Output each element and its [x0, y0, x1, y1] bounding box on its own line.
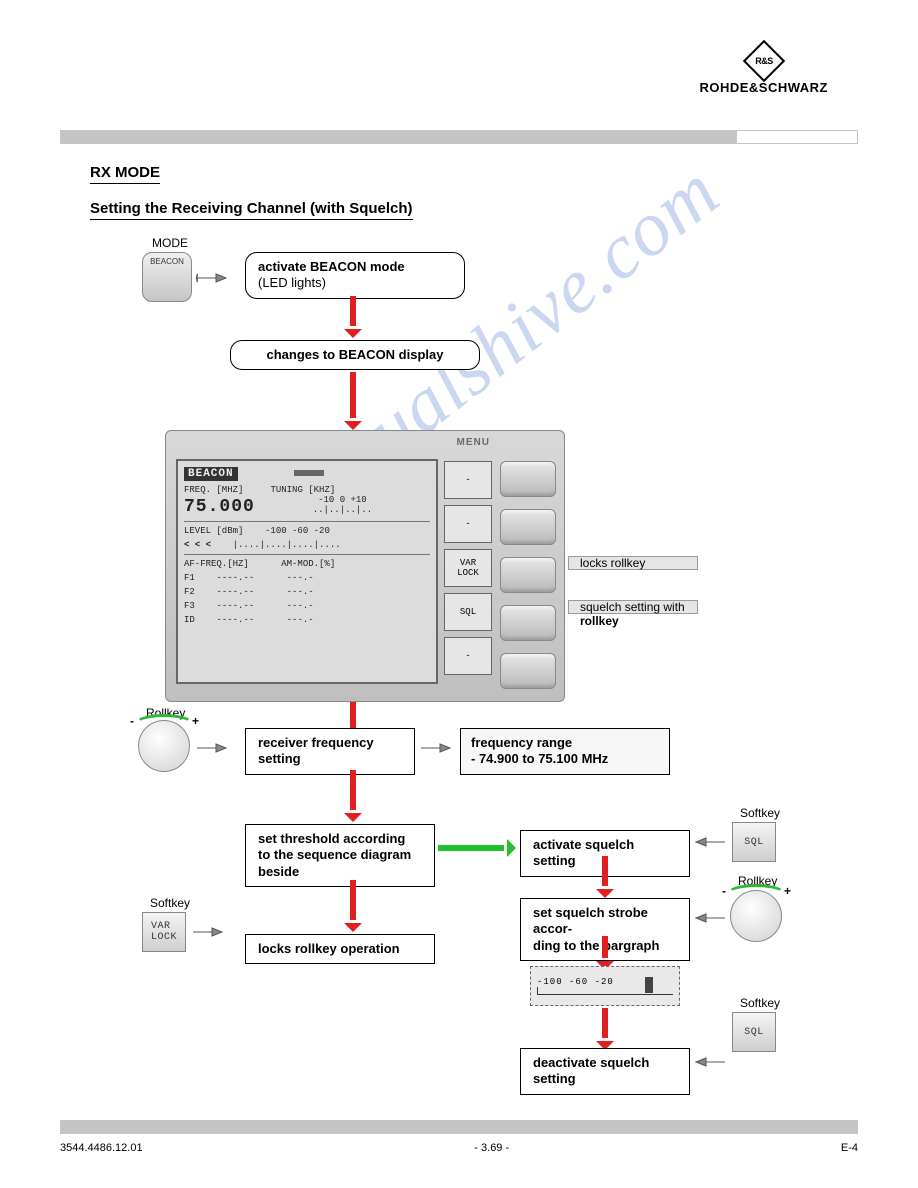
- step4-l1: set threshold according: [258, 831, 405, 846]
- section-title-1: RX MODE: [90, 164, 160, 184]
- beacon-hardkey[interactable]: BEACON: [142, 252, 192, 302]
- annot-locks-rollkey: locks rollkey: [580, 556, 645, 570]
- beacon-hardkey-label: BEACON: [150, 257, 184, 266]
- step-changes-display: changes to BEACON display: [230, 340, 480, 370]
- footer-right: E-4: [841, 1142, 858, 1154]
- lcd-row-f2: F2 ----.-- ---.-: [184, 587, 430, 597]
- brand-logo: ROHDE&SCHWARZ: [699, 40, 828, 95]
- lcd-tuning-ticks: -10 0 +10: [318, 495, 367, 505]
- arrow-down-icon: [350, 372, 356, 418]
- arrow-right-icon: [438, 845, 504, 851]
- hardkey-3[interactable]: [500, 557, 556, 593]
- lcd-af-label: AF-FREQ.[HZ]: [184, 559, 249, 569]
- arrow-down-icon: [602, 1008, 608, 1038]
- arrow-down-icon: [350, 880, 356, 920]
- lcd-am-label: AM-MOD.[%]: [281, 559, 335, 569]
- sq3-l2: setting: [533, 1071, 576, 1086]
- arrow-down-icon: [350, 296, 356, 326]
- lcd-softkey-varlock[interactable]: VAR LOCK: [444, 549, 492, 587]
- pointing-hand-icon: [420, 736, 452, 760]
- tuning-scale-icon: ..|..|..|..: [313, 505, 372, 515]
- hardkey-2[interactable]: [500, 509, 556, 545]
- lcd-softkey-1[interactable]: -: [444, 461, 492, 499]
- lcd-screen: BEACON FREQ. [MHZ] TUNING [KHZ] 75.000 -…: [176, 459, 438, 684]
- lcd-row-f1: F1 ----.-- ---.-: [184, 573, 430, 583]
- lcd-freq-value: 75.000: [184, 497, 255, 517]
- step-deactivate-squelch: deactivate squelch setting: [520, 1048, 690, 1095]
- annot-squelch-setting: squelch setting with rollkey: [580, 600, 685, 628]
- lcd-level-label: LEVEL [dBm]: [184, 526, 243, 536]
- arrow-down-icon: [602, 856, 608, 886]
- header-divider: [60, 130, 858, 144]
- lcd-level-ticks: -100 -60 -20: [265, 526, 330, 536]
- rohde-schwarz-icon: [743, 40, 785, 82]
- softkey-sql-bottom[interactable]: SQL: [732, 1012, 776, 1052]
- softkey-sql-top[interactable]: SQL: [732, 822, 776, 862]
- bargraph-thumbnail: -100 -60 -20: [530, 966, 680, 1006]
- page-header: ROHDE&SCHWARZ: [60, 40, 858, 120]
- step3-l1: receiver frequency: [258, 735, 374, 750]
- step-activate-beacon: activate BEACON mode (LED lights): [245, 252, 465, 299]
- step-receiver-frequency: receiver frequency setting: [245, 728, 415, 775]
- lcd-title: BEACON: [184, 467, 238, 481]
- section-title-2: Setting the Receiving Channel (with Sque…: [90, 200, 413, 220]
- footer-divider: [60, 1120, 858, 1134]
- level-scale-icon: |....|....|....|....: [233, 540, 341, 550]
- freq-range-label: frequency range: [471, 735, 572, 750]
- frequency-range-box: frequency range - 74.900 to 75.100 MHz: [460, 728, 670, 775]
- step-locks-rollkey: locks rollkey operation: [245, 934, 435, 964]
- footer-left: 3544.4486.12.01: [60, 1142, 143, 1154]
- step1-bold: activate BEACON mode: [258, 259, 405, 274]
- hardkey-1[interactable]: [500, 461, 556, 497]
- step-set-threshold: set threshold according to the sequence …: [245, 824, 435, 887]
- softkey-label-2: Softkey: [740, 806, 780, 820]
- hardkey-5[interactable]: [500, 653, 556, 689]
- lcd-indicator-bar-icon: [294, 470, 324, 476]
- softkey-varlock[interactable]: VAR LOCK: [142, 912, 186, 952]
- pointing-hand-icon: [694, 906, 726, 930]
- bargraph-scale-icon: [537, 987, 673, 995]
- lcd-row-f3: F3 ----.-- ---.-: [184, 601, 430, 611]
- lcd-level-arrows: < < <: [184, 540, 211, 550]
- step4-l3: beside: [258, 864, 299, 879]
- hardkey-4[interactable]: [500, 605, 556, 641]
- lcd-tuning-label: TUNING [KHZ]: [270, 485, 335, 495]
- step4-l2: to the sequence diagram: [258, 847, 411, 862]
- sq2-l1: set squelch strobe accor-: [533, 905, 648, 936]
- step3-l2: setting: [258, 751, 301, 766]
- pointing-hand-icon: [694, 830, 726, 854]
- lcd-softkey-5[interactable]: -: [444, 637, 492, 675]
- flow-diagram: manualshive.com MODE BEACON activate BEA…: [60, 230, 858, 1110]
- sq3-l1: deactivate squelch: [533, 1055, 649, 1070]
- lcd-softkey-2[interactable]: -: [444, 505, 492, 543]
- sq2-l2: ding to the bargraph: [533, 938, 659, 953]
- softkey-label-1: Softkey: [150, 896, 190, 910]
- lcd-freq-label: FREQ. [MHZ]: [184, 485, 243, 495]
- pointing-hand-icon: [196, 266, 228, 290]
- device-display: MENU BEACON FREQ. [MHZ] TUNING [KHZ] 75.…: [165, 430, 565, 702]
- step1-sub: (LED lights): [258, 275, 326, 290]
- pointing-hand-icon: [192, 920, 224, 944]
- page-footer: 3544.4486.12.01 - 3.69 - E-4: [60, 1142, 858, 1154]
- lcd-hardkey-column: [500, 461, 556, 689]
- step2-text: changes to BEACON display: [267, 347, 444, 362]
- lcd-softkey-column: - - VAR LOCK SQL -: [444, 459, 492, 675]
- arrow-down-icon: [602, 936, 608, 958]
- footer-center: - 3.69 -: [474, 1142, 509, 1154]
- lcd-softkey-sql[interactable]: SQL: [444, 593, 492, 631]
- softkey-label-3: Softkey: [740, 996, 780, 1010]
- step5-text: locks rollkey operation: [258, 941, 400, 956]
- lcd-row-id: ID ----.-- ---.-: [184, 615, 430, 625]
- sq1-text: activate squelch setting: [533, 837, 634, 868]
- freq-range-value: - 74.900 to 75.100 MHz: [471, 751, 608, 766]
- lcd-menu-label: MENU: [457, 437, 490, 448]
- arrow-down-icon: [350, 770, 356, 810]
- mode-group-label: MODE: [152, 236, 188, 250]
- pointing-hand-icon: [196, 736, 228, 760]
- pointing-hand-icon: [694, 1050, 726, 1074]
